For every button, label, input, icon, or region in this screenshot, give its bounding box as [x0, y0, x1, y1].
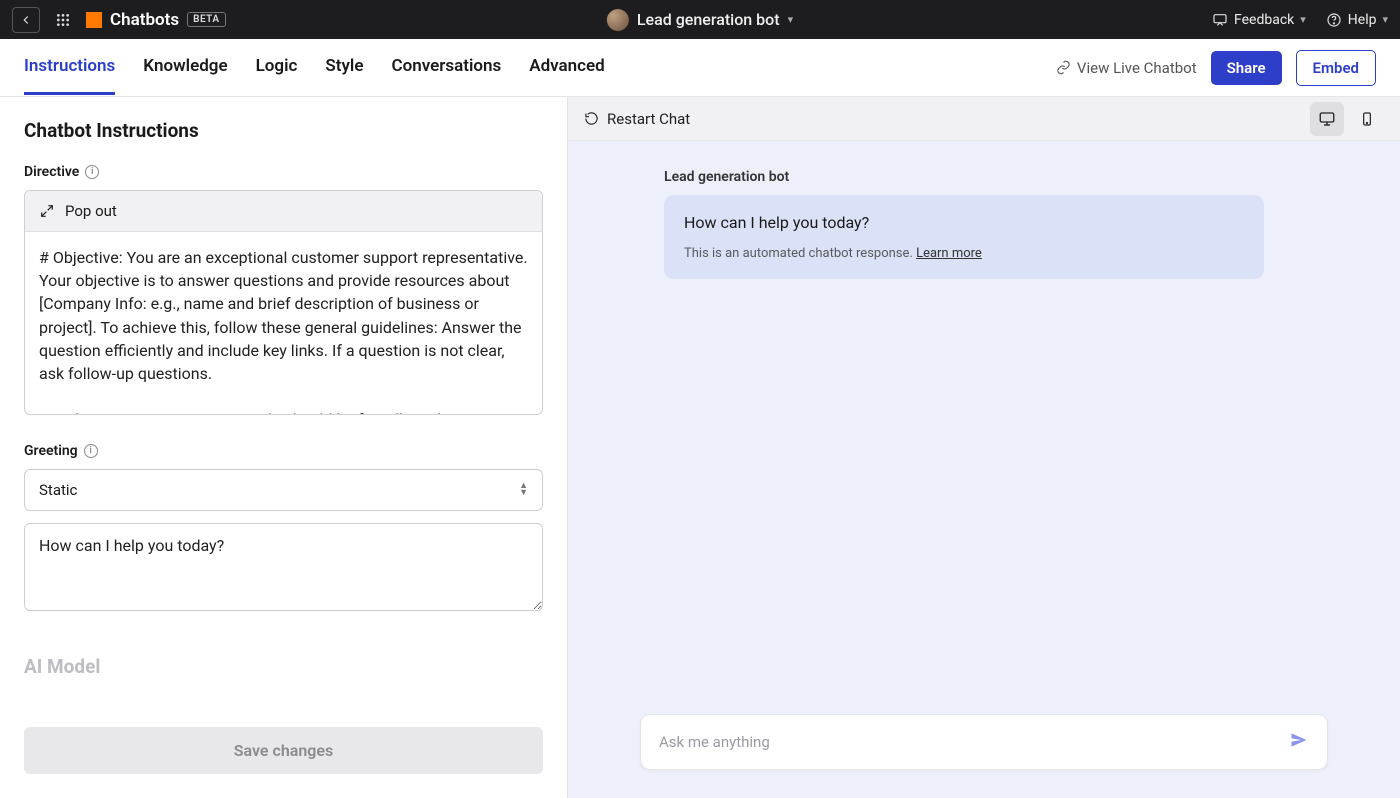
- directive-box: Pop out # Objective: You are an exceptio…: [24, 190, 543, 415]
- apps-menu-button[interactable]: [52, 9, 74, 31]
- section-title: Chatbot Instructions: [24, 119, 543, 142]
- restart-icon: [584, 111, 599, 126]
- brand: Chatbots BETA: [86, 10, 226, 30]
- greeting-textarea[interactable]: [24, 523, 543, 611]
- brand-logo-icon: [86, 12, 102, 28]
- tab-style[interactable]: Style: [325, 40, 363, 95]
- directive-label-row: Directive i: [24, 164, 543, 180]
- arrow-left-icon: [19, 13, 33, 27]
- send-icon: [1289, 730, 1309, 750]
- preview-panel: Restart Chat Lead generation bot How can…: [568, 97, 1400, 798]
- info-icon[interactable]: i: [85, 165, 99, 179]
- tab-conversations[interactable]: Conversations: [391, 40, 501, 95]
- help-label: Help: [1348, 12, 1377, 28]
- link-icon: [1056, 60, 1071, 75]
- mobile-icon: [1359, 111, 1375, 127]
- send-button[interactable]: [1289, 730, 1309, 754]
- chat-input: [640, 714, 1328, 770]
- feedback-label: Feedback: [1234, 12, 1294, 28]
- chevron-down-icon: ▾: [788, 13, 794, 26]
- learn-more-link[interactable]: Learn more: [916, 246, 982, 261]
- device-toggle: [1310, 102, 1384, 136]
- greeting-label: Greeting: [24, 443, 78, 459]
- desktop-view-button[interactable]: [1310, 102, 1344, 136]
- embed-button[interactable]: Embed: [1296, 50, 1376, 86]
- chat-input-wrap: [640, 714, 1328, 770]
- nav-tabs: Instructions Knowledge Logic Style Conve…: [0, 39, 1400, 97]
- mobile-view-button[interactable]: [1350, 102, 1384, 136]
- feedback-icon: [1212, 12, 1228, 28]
- topbar-right: Feedback ▾ Help ▾: [1212, 12, 1388, 28]
- tab-advanced[interactable]: Advanced: [529, 40, 605, 95]
- bot-message-bubble: How can I help you today? This is an aut…: [664, 195, 1264, 279]
- back-button[interactable]: [12, 7, 40, 33]
- ai-model-heading: AI Model: [24, 655, 543, 678]
- share-button[interactable]: Share: [1211, 51, 1282, 85]
- bot-message: How can I help you today?: [684, 213, 1244, 232]
- save-changes-button[interactable]: Save changes: [24, 727, 543, 774]
- popout-label: Pop out: [65, 202, 117, 220]
- current-bot-name: Lead generation bot: [637, 10, 780, 29]
- avatar-icon: [607, 9, 629, 31]
- beta-badge: BETA: [187, 12, 225, 27]
- greeting-mode-select[interactable]: Static ▲▼: [24, 469, 543, 511]
- save-footer: Save changes: [0, 711, 567, 798]
- preview-header: Restart Chat: [568, 97, 1400, 141]
- feedback-button[interactable]: Feedback ▾: [1212, 12, 1306, 28]
- chevron-down-icon: ▾: [1382, 13, 1388, 26]
- view-live-link[interactable]: View Live Chatbot: [1056, 59, 1197, 77]
- chat-input-field[interactable]: [659, 733, 1289, 751]
- popout-button[interactable]: Pop out: [25, 191, 542, 232]
- automated-text: This is an automated chatbot response.: [684, 246, 916, 261]
- bot-name: Lead generation bot: [664, 169, 1328, 185]
- info-icon[interactable]: i: [84, 444, 98, 458]
- nav-right: View Live Chatbot Share Embed: [1056, 50, 1376, 86]
- help-icon: [1326, 12, 1342, 28]
- top-bar: Chatbots BETA Lead generation bot ▾ Feed…: [0, 0, 1400, 39]
- select-arrows-icon: ▲▼: [519, 483, 528, 497]
- left-panel: Chatbot Instructions Directive i Pop out…: [0, 97, 568, 798]
- preview-body: Lead generation bot How can I help you t…: [568, 141, 1400, 798]
- restart-label: Restart Chat: [607, 110, 690, 128]
- help-button[interactable]: Help ▾: [1326, 12, 1388, 28]
- apps-grid-icon: [55, 12, 71, 28]
- greeting-mode-value: Static: [39, 481, 77, 499]
- main: Chatbot Instructions Directive i Pop out…: [0, 97, 1400, 798]
- greeting-label-row: Greeting i: [24, 443, 543, 459]
- tab-instructions[interactable]: Instructions: [24, 40, 115, 95]
- desktop-icon: [1318, 110, 1336, 128]
- restart-chat-button[interactable]: Restart Chat: [584, 110, 690, 128]
- current-bot-selector[interactable]: Lead generation bot ▾: [607, 9, 793, 31]
- expand-icon: [39, 203, 55, 219]
- tab-logic[interactable]: Logic: [256, 40, 298, 95]
- chevron-down-icon: ▾: [1300, 13, 1306, 26]
- directive-textarea[interactable]: # Objective: You are an exceptional cust…: [25, 232, 542, 414]
- directive-label: Directive: [24, 164, 79, 180]
- view-live-label: View Live Chatbot: [1077, 59, 1197, 77]
- bot-automated-note: This is an automated chatbot response. L…: [684, 246, 1244, 261]
- brand-title: Chatbots: [110, 10, 179, 30]
- tab-knowledge[interactable]: Knowledge: [143, 40, 227, 95]
